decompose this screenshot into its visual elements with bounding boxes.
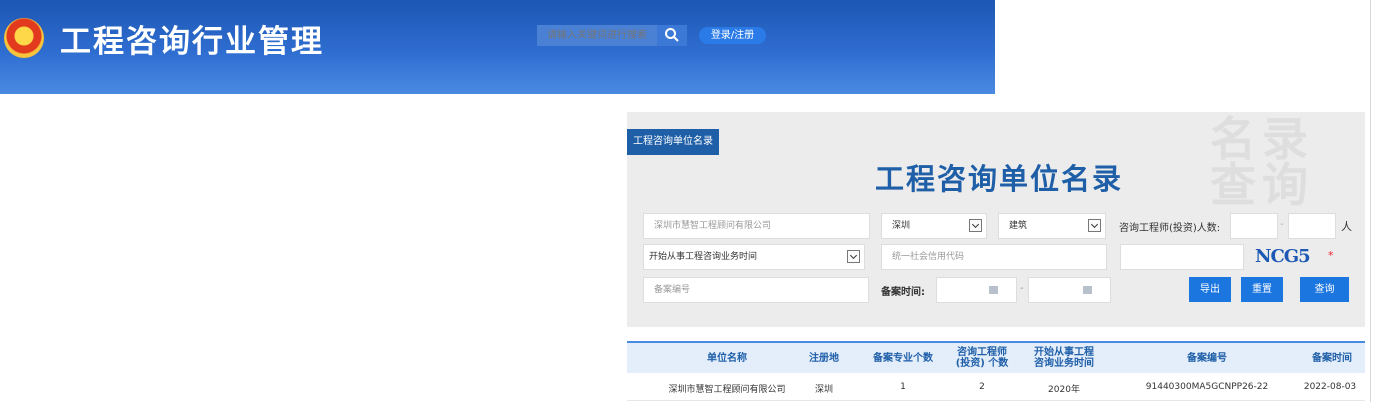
credit-code-input[interactable]: 统一社会信用代码 bbox=[881, 244, 1107, 270]
region-select[interactable]: 深圳 bbox=[881, 213, 987, 239]
header-specialty-count: 备案专业个数 bbox=[873, 353, 933, 364]
cell-engineer-count: 2 bbox=[979, 382, 985, 392]
search-icon bbox=[665, 28, 679, 42]
record-number-placeholder: 备案编号 bbox=[654, 285, 691, 295]
industry-select[interactable]: 建筑 bbox=[998, 213, 1106, 239]
header-record-number: 备案编号 bbox=[1187, 353, 1227, 364]
page: 工程咨询行业管理 登录/注册 工程咨询单位名录 名录查询 工程咨询单位名录 深圳… bbox=[0, 0, 1376, 402]
industry-value: 建筑 bbox=[1009, 221, 1028, 231]
range-separator: - bbox=[1280, 219, 1284, 230]
chevron-down-icon bbox=[1088, 219, 1101, 232]
export-button[interactable]: 导出 bbox=[1189, 277, 1231, 302]
date-range-separator: - bbox=[1020, 283, 1024, 294]
record-number-input[interactable]: 备案编号 bbox=[643, 277, 869, 303]
panel-tab[interactable]: 工程咨询单位名录 bbox=[627, 129, 719, 155]
header-company-name: 单位名称 bbox=[707, 353, 747, 364]
cell-specialty-count: 1 bbox=[900, 382, 906, 392]
site-title: 工程咨询行业管理 bbox=[60, 24, 324, 60]
record-time-label: 备案时间: bbox=[881, 287, 925, 298]
table-row[interactable]: 深圳市慧智工程顾问有限公司 深圳 1 2 2020年 91440300MA5GC… bbox=[627, 373, 1365, 401]
national-emblem-icon bbox=[4, 18, 44, 58]
header-start-time: 开始从事工程 咨询业务时间 bbox=[1024, 347, 1104, 369]
reset-button[interactable]: 重置 bbox=[1241, 277, 1283, 302]
header-engineer-count-line1: 咨询工程师 bbox=[957, 347, 1007, 358]
cell-record-number: 91440300MA5GCNPP26-22 bbox=[1145, 382, 1269, 392]
header-engineer-count-line2: (投资) 个数 bbox=[955, 358, 1009, 369]
cell-record-time: 2022-08-03 bbox=[1303, 382, 1357, 392]
calendar-icon bbox=[989, 286, 998, 294]
engineer-count-label: 咨询工程师(投资)人数: bbox=[1119, 223, 1221, 234]
engineer-count-min-input[interactable] bbox=[1230, 213, 1278, 239]
header-region: 注册地 bbox=[809, 353, 839, 364]
unit-label: 人 bbox=[1341, 220, 1352, 233]
credit-code-placeholder: 统一社会信用代码 bbox=[892, 252, 965, 262]
search-button[interactable] bbox=[657, 25, 687, 46]
watermark-text: 名录查询 bbox=[1210, 112, 1314, 212]
start-time-select[interactable]: 开始从事工程咨询业务时间 bbox=[643, 244, 865, 270]
search-panel: 工程咨询单位名录 名录查询 工程咨询单位名录 深圳市慧智工程顾问有限公司 深圳 … bbox=[627, 112, 1365, 327]
cell-region: 深圳 bbox=[814, 385, 833, 395]
captcha-input[interactable] bbox=[1120, 244, 1244, 270]
chevron-down-icon bbox=[969, 219, 982, 232]
header-record-time: 备案时间 bbox=[1312, 353, 1352, 364]
company-name-input[interactable]: 深圳市慧智工程顾问有限公司 bbox=[643, 213, 870, 239]
login-register-button[interactable]: 登录/注册 bbox=[699, 27, 766, 44]
site-header: 工程咨询行业管理 登录/注册 bbox=[0, 0, 995, 94]
region-value: 深圳 bbox=[892, 221, 911, 231]
panel-title: 工程咨询单位名录 bbox=[875, 162, 1124, 196]
record-time-end-input[interactable] bbox=[1028, 277, 1111, 303]
table-header: 单位名称 注册地 备案专业个数 咨询工程师 (投资) 个数 开始从事工程 咨询业… bbox=[627, 341, 1365, 373]
record-time-start-input[interactable] bbox=[936, 277, 1017, 303]
header-start-time-line2: 咨询业务时间 bbox=[1034, 358, 1094, 369]
calendar-icon bbox=[1083, 286, 1092, 294]
cell-company-name[interactable]: 深圳市慧智工程顾问有限公司 bbox=[657, 382, 797, 395]
captcha-image[interactable]: NCG5 bbox=[1255, 246, 1315, 272]
page-edge-divider bbox=[1370, 0, 1371, 402]
search-input[interactable] bbox=[537, 25, 657, 46]
header-engineer-count: 咨询工程师 (投资) 个数 bbox=[943, 347, 1021, 369]
header-start-time-line1: 开始从事工程 bbox=[1034, 347, 1094, 358]
chevron-down-icon bbox=[847, 250, 860, 263]
required-mark: * bbox=[1328, 249, 1334, 262]
start-time-value: 开始从事工程咨询业务时间 bbox=[649, 252, 758, 262]
engineer-count-max-input[interactable] bbox=[1288, 213, 1336, 239]
cell-start-time: 2020年 bbox=[1048, 385, 1080, 395]
query-button[interactable]: 查询 bbox=[1300, 277, 1349, 302]
company-name-value: 深圳市慧智工程顾问有限公司 bbox=[654, 221, 772, 231]
